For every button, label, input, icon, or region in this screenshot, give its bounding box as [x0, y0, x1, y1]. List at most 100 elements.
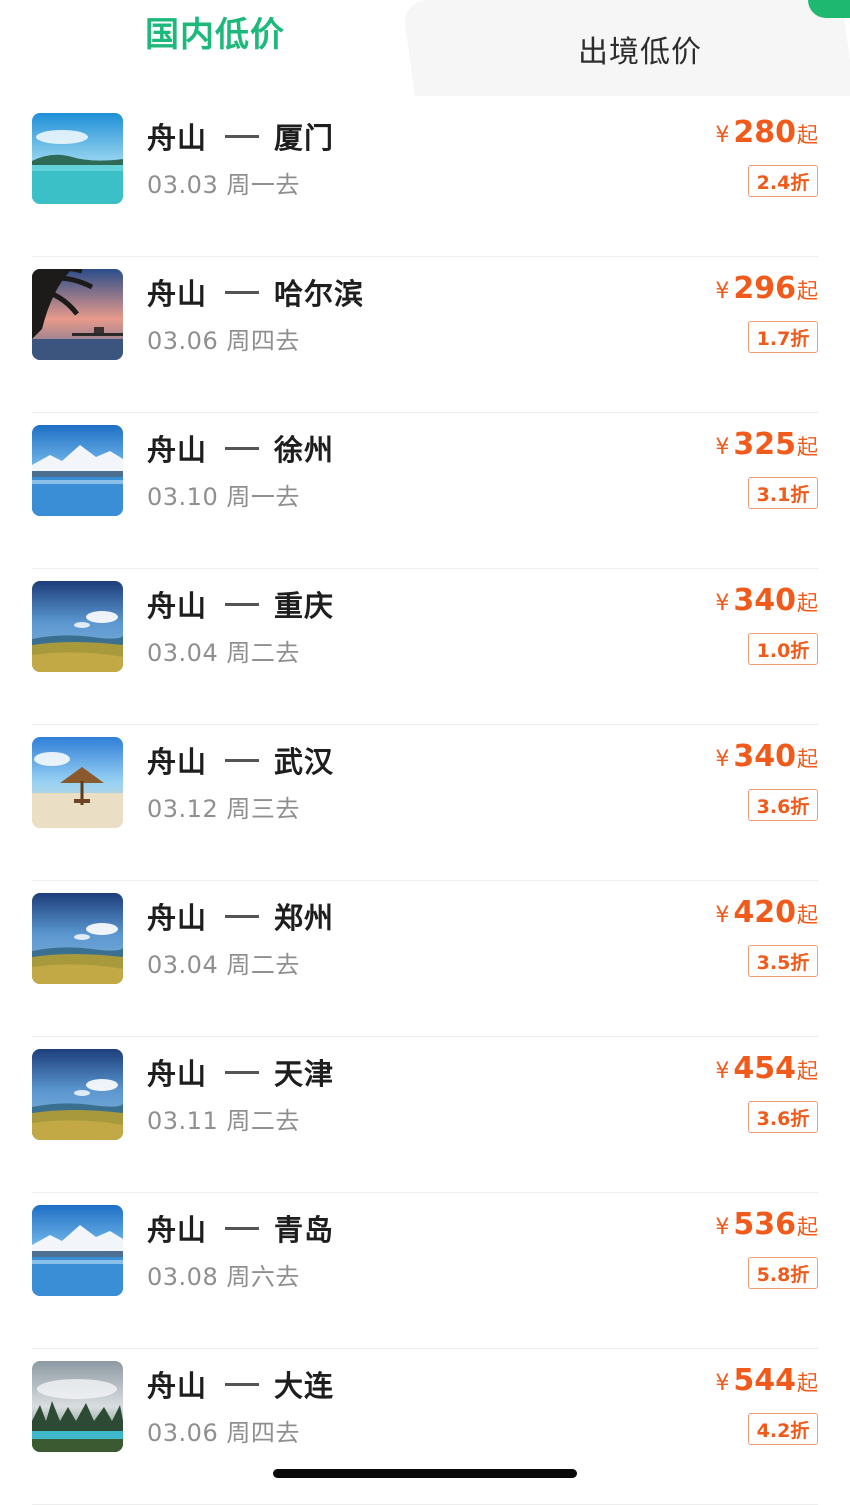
currency-symbol: ¥: [715, 591, 730, 616]
destination-city: 厦门: [274, 121, 335, 155]
route-dash: [225, 446, 260, 450]
price-suffix: 起: [797, 903, 818, 927]
discount-badge: 3.6折: [748, 789, 818, 821]
route-dash: [225, 758, 260, 762]
route-dash: [225, 290, 260, 294]
route-title: 舟山 郑州: [147, 895, 334, 937]
departure-date: 03.06 周四去: [147, 1419, 300, 1447]
route-dash: [225, 602, 260, 606]
price-value: 544: [733, 1363, 796, 1398]
route-title: 舟山 哈尔滨: [147, 271, 364, 313]
discount-badge: 2.4折: [748, 165, 818, 197]
destination-city: 天津: [274, 1057, 335, 1091]
price-suffix: 起: [797, 747, 818, 771]
price-suffix: 起: [797, 1371, 818, 1395]
discount-badge: 1.0折: [748, 633, 818, 665]
currency-symbol: ¥: [715, 279, 730, 304]
destination-thumbnail: [32, 1361, 123, 1452]
route-dash: [225, 1070, 260, 1074]
origin-city: 舟山: [147, 589, 208, 623]
route-dash: [225, 134, 260, 138]
destination-city: 哈尔滨: [274, 277, 365, 311]
currency-symbol: ¥: [715, 1059, 730, 1084]
route-item[interactable]: 舟山 哈尔滨 03.06 周四去 ¥ 296 起 1.7折: [0, 257, 850, 413]
discount-badge: 5.8折: [748, 1257, 818, 1289]
price-suffix: 起: [797, 1215, 818, 1239]
price-suffix: 起: [797, 123, 818, 147]
route-dash: [225, 914, 260, 918]
destination-city: 郑州: [274, 901, 335, 935]
tab-international-low-price[interactable]: 出境低价: [450, 0, 830, 90]
price-value: 280: [733, 115, 796, 150]
discount-badge: 4.2折: [748, 1413, 818, 1445]
departure-date: 03.08 周六去: [147, 1263, 300, 1291]
destination-thumbnail: [32, 269, 123, 360]
currency-symbol: ¥: [715, 747, 730, 772]
price-value: 420: [733, 895, 796, 930]
origin-city: 舟山: [147, 433, 208, 467]
price: ¥ 454 起: [715, 1051, 818, 1086]
currency-symbol: ¥: [715, 903, 730, 928]
currency-symbol: ¥: [715, 1215, 730, 1240]
departure-date: 03.06 周四去: [147, 327, 300, 355]
destination-thumbnail: [32, 581, 123, 672]
route-item[interactable]: 舟山 武汉 03.12 周三去 ¥ 340 起 3.6折: [0, 725, 850, 881]
route-item[interactable]: 舟山 重庆 03.04 周二去 ¥ 340 起 1.0折: [0, 569, 850, 725]
price-suffix: 起: [797, 591, 818, 615]
price-value: 296: [733, 271, 796, 306]
route-title: 舟山 徐州: [147, 427, 334, 469]
price: ¥ 544 起: [715, 1363, 818, 1398]
price: ¥ 536 起: [715, 1207, 818, 1242]
route-item[interactable]: 舟山 大连 03.06 周四去 ¥ 544 起 4.2折: [0, 1349, 850, 1505]
destination-thumbnail: [32, 893, 123, 984]
destination-thumbnail: [32, 1205, 123, 1296]
route-item[interactable]: 舟山 青岛 03.08 周六去 ¥ 536 起 5.8折: [0, 1193, 850, 1349]
origin-city: 舟山: [147, 1213, 208, 1247]
departure-date: 03.04 周二去: [147, 951, 300, 979]
route-item[interactable]: 舟山 天津 03.11 周二去 ¥ 454 起 3.6折: [0, 1037, 850, 1193]
route-title: 舟山 大连: [147, 1363, 334, 1405]
route-title: 舟山 青岛: [147, 1207, 334, 1249]
price-value: 454: [733, 1051, 796, 1086]
price: ¥ 325 起: [715, 427, 818, 462]
price: ¥ 280 起: [715, 115, 818, 150]
price-value: 536: [733, 1207, 796, 1242]
route-title: 舟山 重庆: [147, 583, 334, 625]
price-suffix: 起: [797, 279, 818, 303]
destination-city: 重庆: [274, 589, 335, 623]
destination-thumbnail: [32, 737, 123, 828]
destination-city: 徐州: [274, 433, 335, 467]
route-item[interactable]: 舟山 厦门 03.03 周一去 ¥ 280 起 2.4折: [0, 101, 850, 257]
discount-badge: 3.6折: [748, 1101, 818, 1133]
price-value: 340: [733, 583, 796, 618]
route-list: 舟山 厦门 03.03 周一去 ¥ 280 起 2.4折 舟山 哈尔滨 03.0…: [0, 101, 850, 1505]
price-suffix: 起: [797, 1059, 818, 1083]
route-dash: [225, 1226, 260, 1230]
departure-date: 03.03 周一去: [147, 171, 300, 199]
price: ¥ 420 起: [715, 895, 818, 930]
destination-thumbnail: [32, 425, 123, 516]
route-item[interactable]: 舟山 徐州 03.10 周一去 ¥ 325 起 3.1折: [0, 413, 850, 569]
destination-thumbnail: [32, 113, 123, 204]
price-suffix: 起: [797, 435, 818, 459]
departure-date: 03.04 周二去: [147, 639, 300, 667]
home-indicator: [273, 1469, 577, 1478]
tab-bar: 国内低价 出境低价: [0, 0, 850, 100]
price: ¥ 340 起: [715, 739, 818, 774]
route-item[interactable]: 舟山 郑州 03.04 周二去 ¥ 420 起 3.5折: [0, 881, 850, 1037]
origin-city: 舟山: [147, 1057, 208, 1091]
origin-city: 舟山: [147, 1369, 208, 1403]
destination-thumbnail: [32, 1049, 123, 1140]
departure-date: 03.12 周三去: [147, 795, 300, 823]
currency-symbol: ¥: [715, 123, 730, 148]
destination-city: 青岛: [274, 1213, 335, 1247]
destination-city: 大连: [274, 1369, 335, 1403]
tab-domestic-low-price[interactable]: 国内低价: [40, 0, 390, 90]
route-title: 舟山 天津: [147, 1051, 334, 1093]
origin-city: 舟山: [147, 901, 208, 935]
origin-city: 舟山: [147, 745, 208, 779]
origin-city: 舟山: [147, 121, 208, 155]
discount-badge: 3.1折: [748, 477, 818, 509]
price-value: 340: [733, 739, 796, 774]
destination-city: 武汉: [274, 745, 335, 779]
